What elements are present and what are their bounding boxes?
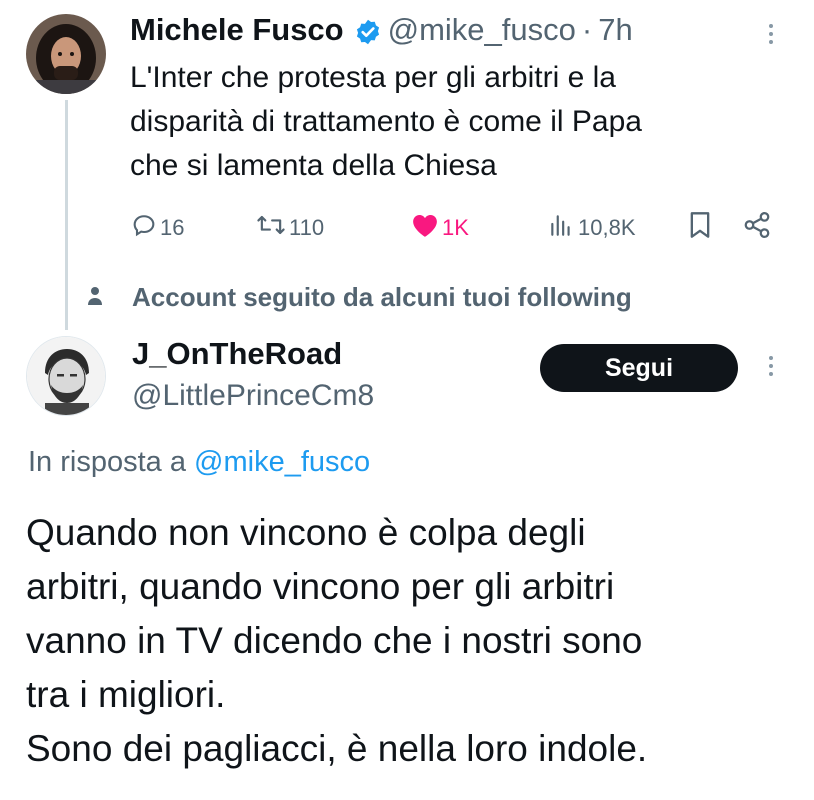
author-handle[interactable]: @LittlePrinceCm8 — [132, 376, 374, 416]
avatar-michele-fusco[interactable] — [26, 14, 106, 94]
follow-button[interactable]: Segui — [540, 344, 738, 392]
reply-context: In risposta a @mike_fusco — [28, 442, 370, 482]
retweet-button[interactable]: 110 — [255, 208, 324, 248]
tweet-text-line: Quando non vincono è colpa degli — [26, 512, 586, 553]
header-separator: · — [581, 12, 593, 47]
more-vertical-icon[interactable] — [769, 24, 773, 44]
share-icon — [742, 210, 772, 246]
reply-icon — [130, 211, 158, 245]
like-button[interactable]: 1K — [410, 208, 469, 248]
tweet-text-line: arbitri, quando vincono per gli arbitri — [26, 566, 615, 607]
verified-badge-icon — [354, 16, 382, 45]
author-handle[interactable]: @mike_fusco — [388, 10, 576, 50]
author-name[interactable]: J_OnTheRoad — [132, 334, 342, 374]
thread-connector-line — [65, 100, 68, 330]
tweet1-header: Michele Fusco @mike_fusco · 7h — [130, 10, 633, 50]
like-count: 1K — [442, 215, 469, 240]
more-vertical-icon[interactable] — [769, 356, 773, 376]
tweet-text-line: tra i migliori. — [26, 674, 226, 715]
tweet-text-line: vanno in TV dicendo che i nostri sono — [26, 620, 643, 661]
reply-count: 16 — [160, 215, 185, 240]
person-icon — [88, 282, 102, 313]
tweet-text-line: disparità di trattamento è come il Papa — [130, 105, 642, 138]
tweet-text-line: Sono dei pagliacci, è nella loro indole. — [26, 728, 648, 769]
bookmark-button[interactable] — [688, 208, 712, 248]
social-context: Account seguito da alcuni tuoi following — [88, 282, 632, 313]
views-icon — [548, 212, 574, 244]
tweet1-text: L'Inter che protesta per gli arbitri e l… — [130, 56, 770, 188]
views-count: 10,8K — [578, 215, 636, 240]
tweet-timestamp[interactable]: 7h — [598, 10, 632, 50]
reply-button[interactable]: 16 — [130, 208, 184, 248]
bookmark-icon — [688, 211, 712, 245]
reply-mention-link[interactable]: @mike_fusco — [194, 446, 370, 478]
share-button[interactable] — [742, 208, 772, 248]
tweet-text-line: che si lamenta della Chiesa — [130, 149, 497, 182]
tweet2-text: Quando non vincono è colpa degli arbitri… — [26, 506, 806, 776]
social-context-text: Account seguito da alcuni tuoi following — [132, 282, 632, 312]
heart-icon — [410, 211, 440, 245]
author-name[interactable]: Michele Fusco — [130, 10, 344, 50]
tweet1-action-bar: 16 110 1K 10,8K — [130, 208, 780, 248]
retweet-count: 110 — [289, 215, 325, 240]
retweet-icon — [255, 211, 287, 245]
reply-prefix: In risposta a — [28, 446, 186, 478]
tweet-text-line: L'Inter che protesta per gli arbitri e l… — [130, 61, 616, 94]
avatar-j-ontheroad[interactable] — [26, 336, 106, 416]
views-button[interactable]: 10,8K — [548, 208, 636, 248]
